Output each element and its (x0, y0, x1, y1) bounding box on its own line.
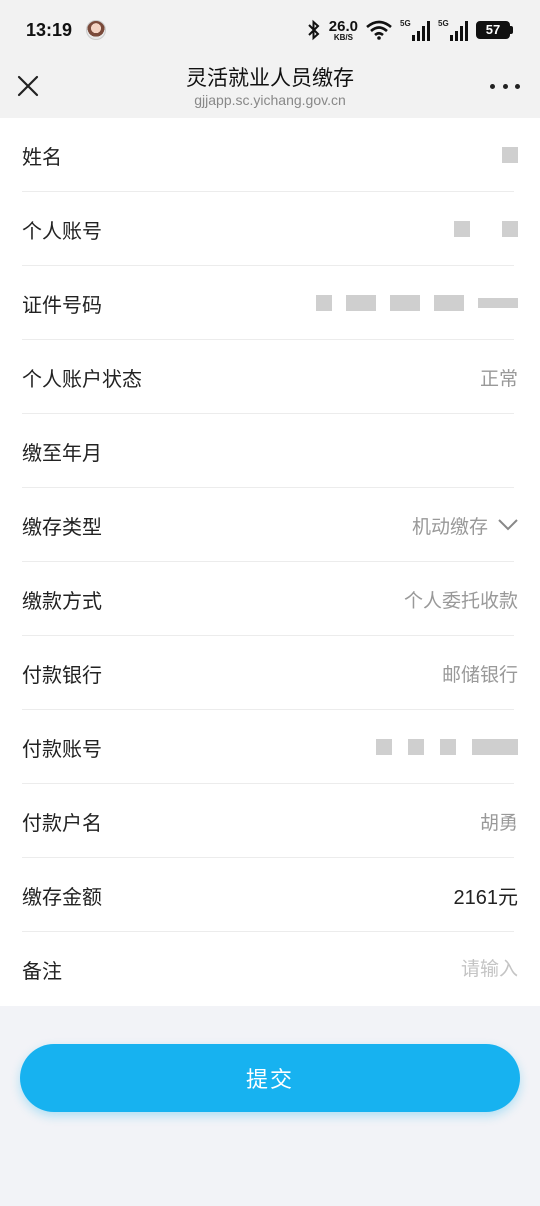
deposit-type-value: 机动缴存 (411, 515, 488, 538)
row-account: 个人账号 (0, 192, 540, 266)
signal-strength-1-icon: 5G (400, 19, 430, 41)
remark-label: 备注 (22, 958, 62, 983)
payment-method-label: 缴款方式 (22, 588, 102, 613)
id-number-label: 证件号码 (22, 292, 102, 317)
row-remark: 备注 (0, 932, 540, 1006)
bluetooth-icon (308, 19, 320, 41)
more-dot-icon (515, 83, 520, 89)
deposit-type-label: 缴存类型 (22, 514, 102, 539)
account-status-value: 正常 (479, 367, 518, 390)
page-title: 灵活就业人员缴存 (186, 66, 354, 90)
row-name: 姓名 (0, 118, 540, 192)
row-paid-until[interactable]: 缴至年月 (0, 414, 540, 488)
payment-bank-value: 邮储银行 (441, 663, 518, 686)
wifi-icon (366, 20, 392, 40)
deposit-type-select[interactable]: 机动缴存 (412, 512, 518, 539)
more-dot-icon (490, 83, 495, 89)
row-deposit-amount: 缴存金额 2161元 (0, 858, 540, 932)
payer-name-label: 付款户名 (22, 810, 102, 835)
network-speed: 26.0 KB/S (329, 19, 358, 42)
more-dot-icon (502, 83, 508, 89)
payment-method-value: 个人委托收款 (403, 589, 518, 612)
submit-button[interactable]: 提交 (20, 1044, 520, 1112)
name-label: 姓名 (22, 144, 62, 169)
deposit-amount-label: 缴存金额 (22, 884, 102, 909)
payment-account-label: 付款账号 (22, 736, 102, 761)
row-account-status: 个人账户状态 正常 (0, 340, 540, 414)
payment-account-value-redacted (376, 739, 518, 755)
notification-avatar-icon (86, 20, 107, 40)
status-time: 13:19 (26, 19, 73, 40)
row-id-number: 证件号码 (0, 266, 540, 340)
remark-input[interactable] (298, 958, 518, 980)
row-payment-method: 缴款方式 个人委托收款 (0, 562, 540, 636)
battery-icon: 57 (476, 21, 513, 39)
paid-until-label: 缴至年月 (22, 440, 102, 465)
signal-strength-2-icon: 5G (438, 19, 468, 41)
deposit-amount-value: 2161元 (453, 886, 519, 909)
row-payment-account: 付款账号 (0, 710, 540, 784)
network-speed-value: 26.0 (328, 17, 358, 35)
signal-2-label: 5G (438, 19, 449, 28)
more-options-button[interactable] (490, 76, 520, 96)
payment-form: 姓名 个人账号 证件号码 个人账户状态 正常 缴至年月 缴存类型 机动缴存 缴款… (0, 118, 540, 1006)
status-bar: 13:19 26.0 KB/S 5G 5G 57 (0, 0, 540, 60)
network-speed-unit: KB/S (333, 32, 353, 42)
account-value-redacted (454, 221, 518, 237)
signal-1-label: 5G (400, 19, 411, 28)
chevron-down-icon (498, 519, 518, 531)
account-label: 个人账号 (22, 218, 102, 243)
page-url: gjjapp.sc.yichang.gov.cn (194, 92, 346, 108)
row-payment-bank: 付款银行 邮储银行 (0, 636, 540, 710)
status-indicators: 26.0 KB/S 5G 5G 57 (307, 19, 513, 42)
name-value-redacted (502, 147, 518, 163)
account-status-label: 个人账户状态 (22, 366, 142, 391)
payment-bank-label: 付款银行 (22, 662, 102, 687)
nav-bar: 灵活就业人员缴存 gjjapp.sc.yichang.gov.cn (0, 60, 540, 118)
id-number-value-redacted (316, 295, 518, 311)
row-deposit-type[interactable]: 缴存类型 机动缴存 (0, 488, 540, 562)
payer-name-value: 胡勇 (479, 811, 518, 834)
row-payer-name: 付款户名 胡勇 (0, 784, 540, 858)
